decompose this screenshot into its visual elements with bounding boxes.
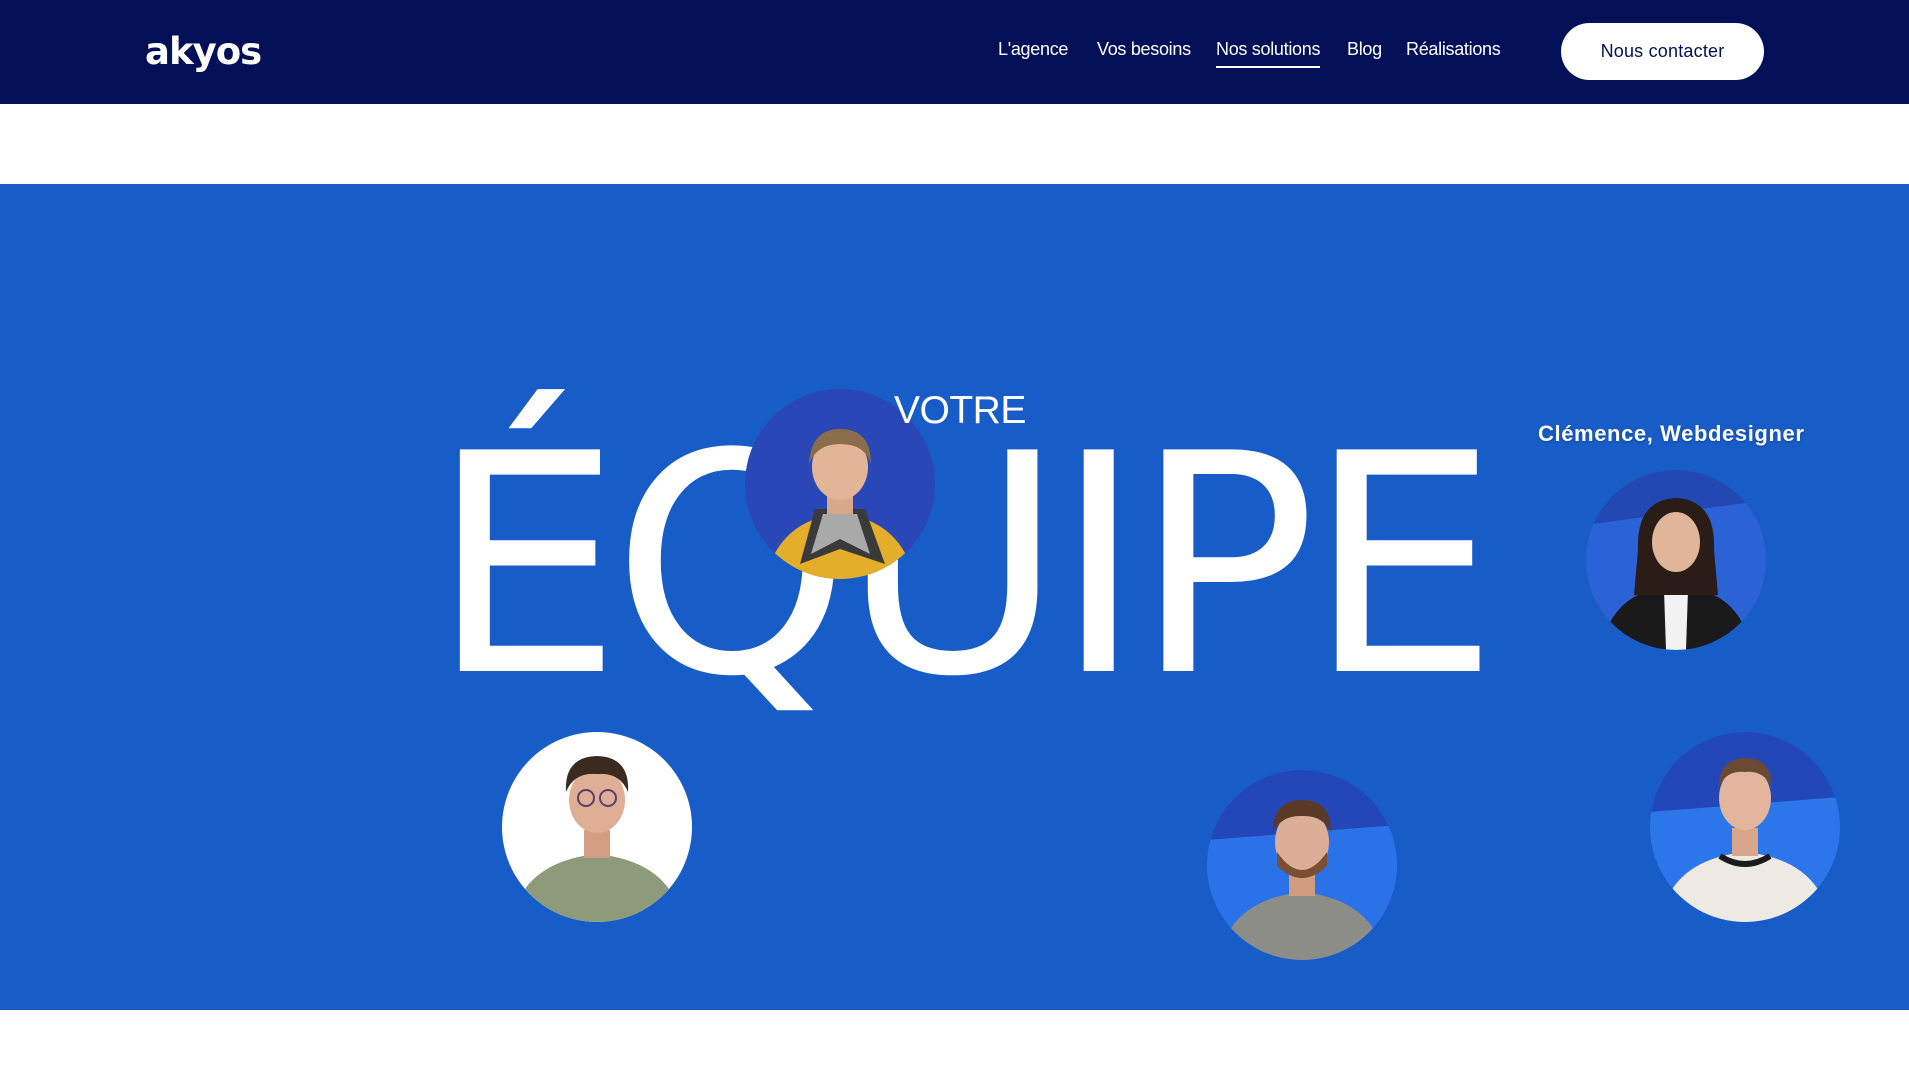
nav-item-agence[interactable]: L'agence [998, 38, 1068, 66]
nav-item-realisations[interactable]: Réalisations [1406, 38, 1501, 66]
hero-title: ÉQUIPE [430, 389, 1499, 743]
team-member-photo[interactable] [1650, 732, 1840, 922]
akyos-logo[interactable]: akyos [145, 32, 262, 72]
team-member-caption: Clémence, Webdesigner [1538, 421, 1805, 446]
nav-item-vos-besoins[interactable]: Vos besoins [1097, 38, 1191, 66]
nav-item-blog[interactable]: Blog [1347, 38, 1382, 66]
site-header: akyos L'agence Vos besoins Nos solutions… [0, 0, 1909, 104]
hero-kicker: VOTRE [894, 389, 1026, 432]
team-member-photo[interactable] [502, 732, 692, 922]
nav-item-nos-solutions[interactable]: Nos solutions [1216, 38, 1320, 68]
team-member-photo[interactable] [1207, 770, 1397, 960]
team-hero: ÉQUIPE VOTRE Clémence, Webdesigner [0, 184, 1909, 1010]
page-below-hero [0, 1010, 1909, 1068]
team-member-photo[interactable] [1586, 470, 1766, 650]
contact-button[interactable]: Nous contacter [1561, 23, 1764, 80]
